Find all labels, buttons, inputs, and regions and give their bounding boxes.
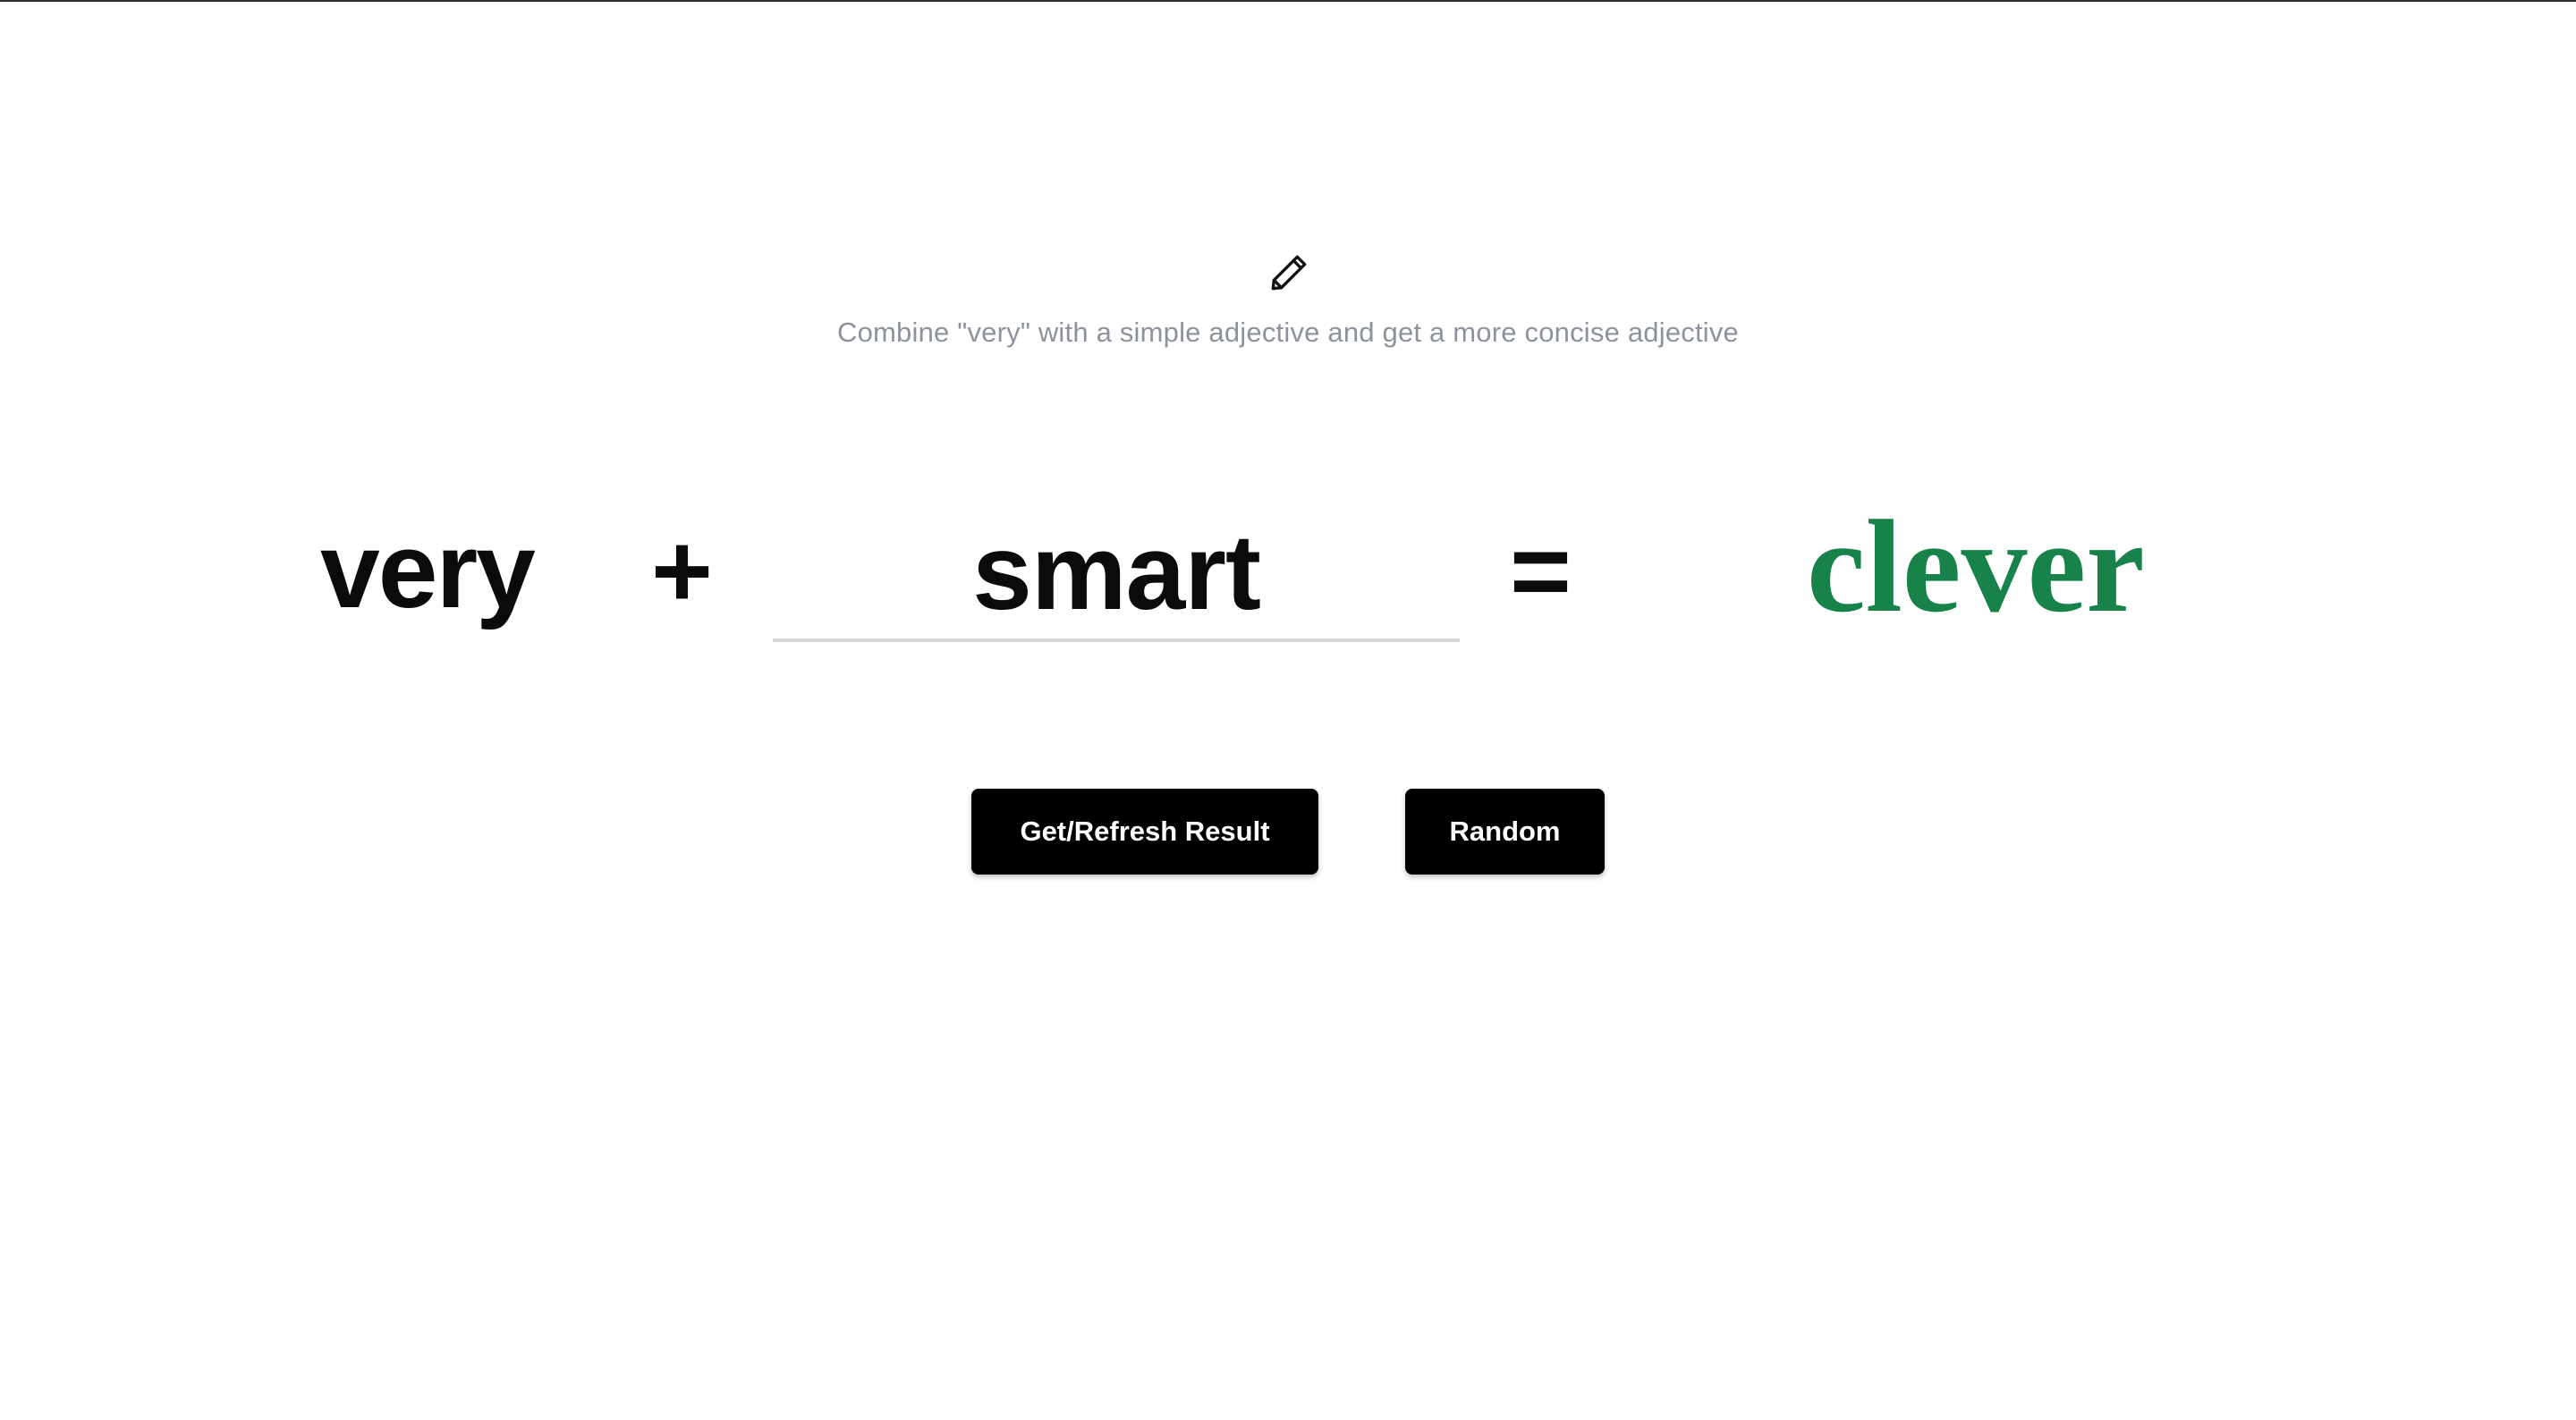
page-subtitle: Combine "very" with a simple adjective a… [836,317,1740,348]
result-word: clever [1807,494,2145,640]
pencil-icon [1271,255,1307,291]
get-refresh-result-button[interactable]: Get/Refresh Result [971,789,1318,875]
top-border [0,0,2576,2]
prefix-word: very [320,511,536,630]
adjective-input-container [773,506,1460,646]
plus-sign: + [651,512,713,630]
adjective-input[interactable] [773,506,1460,642]
equals-sign: = [1510,512,1572,630]
random-button[interactable]: Random [1405,789,1605,875]
